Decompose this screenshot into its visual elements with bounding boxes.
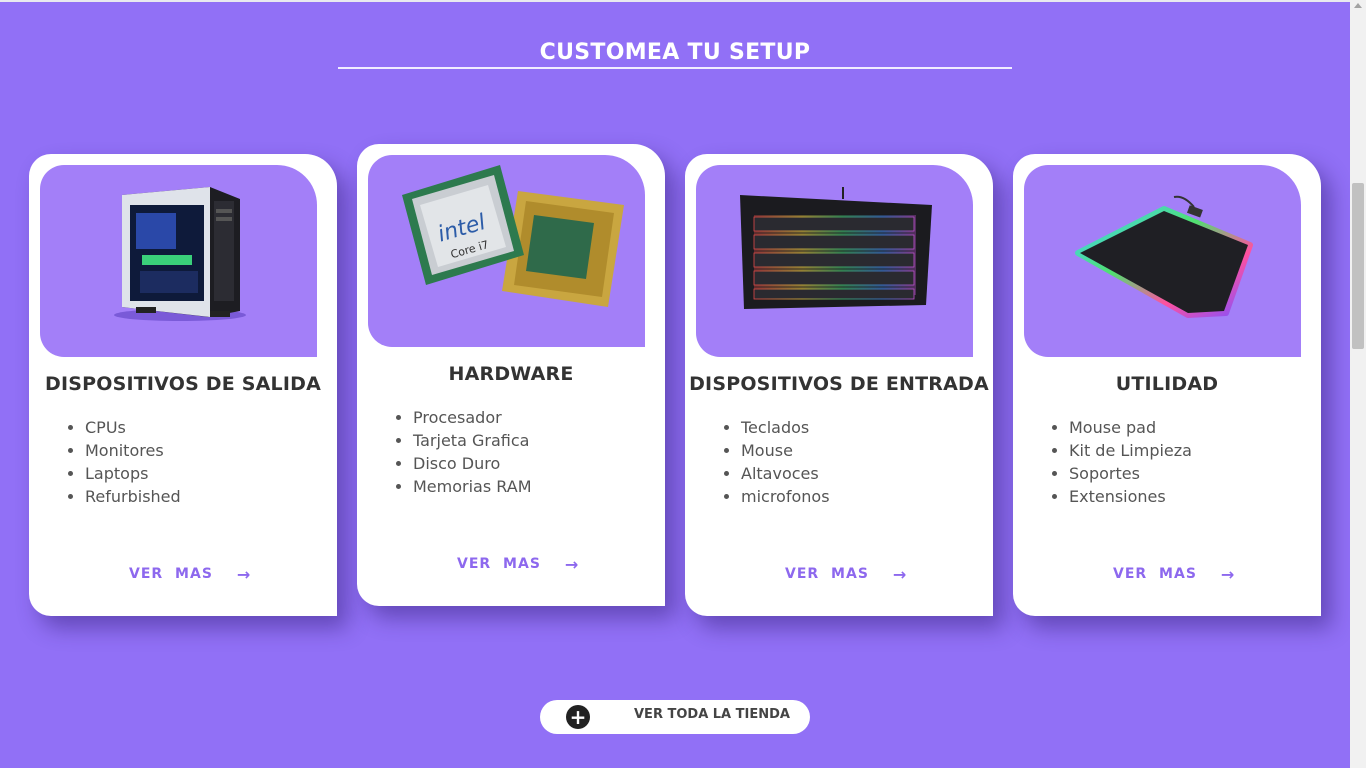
list-item[interactable]: Tarjeta Grafica xyxy=(413,429,532,452)
card-output-devices: DISPOSITIVOS DE SALIDA CPUs Monitores La… xyxy=(29,154,337,616)
list-item[interactable]: CPUs xyxy=(85,416,181,439)
scroll-up-icon[interactable] xyxy=(1354,3,1362,8)
list-item[interactable]: Soportes xyxy=(1069,462,1192,485)
view-all-store-button[interactable]: + VER TODA LA TIENDA xyxy=(540,700,810,734)
category-list: Teclados Mouse Altavoces microfonos xyxy=(715,416,830,508)
card-title: DISPOSITIVOS DE SALIDA xyxy=(44,373,321,395)
category-list: CPUs Monitores Laptops Refurbished xyxy=(59,416,181,508)
arrow-right-icon: → xyxy=(892,564,908,584)
list-item[interactable]: Mouse pad xyxy=(1069,416,1192,439)
arrow-right-icon: → xyxy=(1220,564,1236,584)
ver-mas-label: VER MAS xyxy=(1113,566,1197,582)
ver-mas-label: VER MAS xyxy=(457,556,541,572)
view-all-store-label: VER TODA LA TIENDA xyxy=(634,707,790,722)
card-title: HARDWARE xyxy=(448,363,574,385)
pc-tower-image xyxy=(114,187,246,321)
card-image: intel Core i7 xyxy=(368,155,645,347)
list-item[interactable]: Altavoces xyxy=(741,462,830,485)
ver-mas-link[interactable]: VER MAS → xyxy=(1113,564,1235,584)
page-title: CUSTOMEA TU SETUP xyxy=(539,40,811,65)
list-item[interactable]: Mouse xyxy=(741,439,830,462)
ver-mas-link[interactable]: VER MAS → xyxy=(129,564,251,584)
arrow-right-icon: → xyxy=(564,554,580,574)
card-image xyxy=(40,165,317,357)
arrow-right-icon: → xyxy=(236,564,252,584)
card-hardware: intel Core i7 HARDWARE Procesador Tarjet… xyxy=(357,144,665,606)
card-utility: UTILIDAD Mouse pad Kit de Limpieza Sopor… xyxy=(1013,154,1321,616)
card-image xyxy=(696,165,973,357)
list-item[interactable]: Laptops xyxy=(85,462,181,485)
list-item[interactable]: Refurbished xyxy=(85,485,181,508)
category-list: Procesador Tarjeta Grafica Disco Duro Me… xyxy=(387,406,532,498)
list-item[interactable]: Disco Duro xyxy=(413,452,532,475)
list-item[interactable]: Procesador xyxy=(413,406,532,429)
title-underline xyxy=(338,67,1012,69)
mousepad-image xyxy=(1075,195,1253,318)
card-title: DISPOSITIVOS DE ENTRADA xyxy=(689,373,989,395)
list-item[interactable]: Teclados xyxy=(741,416,830,439)
ver-mas-link[interactable]: VER MAS → xyxy=(457,554,579,574)
list-item[interactable]: microfonos xyxy=(741,485,830,508)
category-list: Mouse pad Kit de Limpieza Soportes Exten… xyxy=(1043,416,1192,508)
card-image xyxy=(1024,165,1301,357)
card-title: UTILIDAD xyxy=(1115,373,1219,395)
cpu-image: intel Core i7 xyxy=(402,165,624,307)
top-edge xyxy=(0,0,1366,2)
ver-mas-label: VER MAS xyxy=(785,566,869,582)
list-item[interactable]: Kit de Limpieza xyxy=(1069,439,1192,462)
list-item[interactable]: Extensiones xyxy=(1069,485,1192,508)
vertical-scrollbar[interactable] xyxy=(1350,0,1366,768)
list-item[interactable]: Monitores xyxy=(85,439,181,462)
ver-mas-link[interactable]: VER MAS → xyxy=(785,564,907,584)
scrollbar-thumb[interactable] xyxy=(1352,183,1364,349)
card-input-devices: DISPOSITIVOS DE ENTRADA Teclados Mouse A… xyxy=(685,154,993,616)
plus-circle-icon: + xyxy=(566,705,590,729)
ver-mas-label: VER MAS xyxy=(129,566,213,582)
list-item[interactable]: Memorias RAM xyxy=(413,475,532,498)
keyboard-image xyxy=(740,187,932,309)
